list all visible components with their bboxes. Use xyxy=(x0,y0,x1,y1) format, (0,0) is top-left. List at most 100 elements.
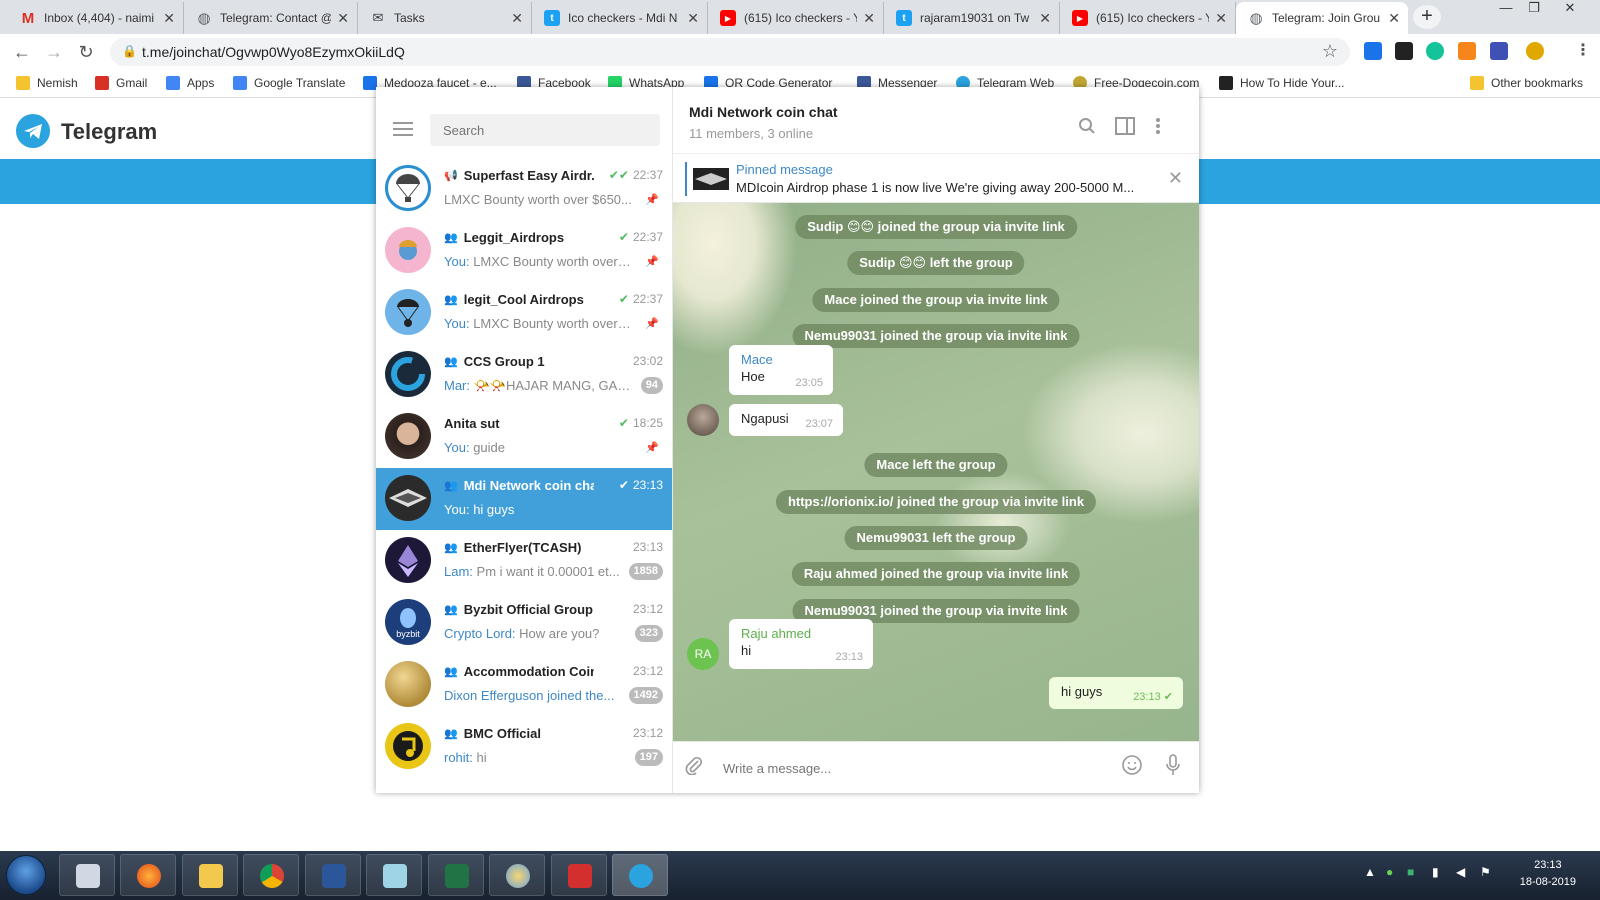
chat-item-leggit-airdrops[interactable]: 👥 Leggit_Airdrops ✔ 22:37 You: LMXC Bounty… xyxy=(376,220,672,282)
sender-name[interactable]: Raju ahmed xyxy=(741,626,861,641)
close-window-button[interactable]: ✕ xyxy=(1560,0,1580,20)
telegram-brand-text[interactable]: Telegram xyxy=(61,119,157,145)
start-button[interactable] xyxy=(6,855,46,895)
taskbar-calculator[interactable] xyxy=(59,854,115,896)
bookmark-google-translate[interactable]: Google Translate xyxy=(233,76,345,90)
search-input[interactable] xyxy=(430,114,660,146)
menu-kebab-icon[interactable]: ⋮ xyxy=(1574,42,1592,60)
avatar[interactable]: RA xyxy=(687,638,719,670)
message-bubble[interactable]: Mace Hoe 23:05 xyxy=(729,345,833,395)
chat-item-mdi-network-coin-chat[interactable]: 👥 Mdi Network coin chat ✔ 23:13 You: hi gu… xyxy=(376,468,672,530)
close-icon[interactable]: ✕ xyxy=(1215,10,1227,27)
chat-item-byzbit-official-group[interactable]: byzbit 👥 Byzbit Official Group 23:12 Cryp… xyxy=(376,592,672,654)
action-center-flag-icon[interactable]: ⚑ xyxy=(1480,865,1491,879)
message-bubble[interactable]: Raju ahmed hi 23:13 xyxy=(729,619,873,669)
menu-hamburger-icon[interactable] xyxy=(393,122,413,136)
reload-button[interactable]: ↻ xyxy=(76,42,96,62)
bookmark-how-to-hide[interactable]: How To Hide Your... xyxy=(1219,76,1345,90)
pinned-message-bar[interactable]: Pinned message MDIcoin Airdrop phase 1 i… xyxy=(673,153,1199,203)
close-icon[interactable]: ✕ xyxy=(1388,10,1400,27)
sender-name[interactable]: Mace xyxy=(741,352,821,367)
extension-icon[interactable] xyxy=(1395,42,1413,60)
tray-icon[interactable]: ■ xyxy=(1407,865,1414,879)
grammarly-icon[interactable] xyxy=(1426,42,1444,60)
paperclip-icon[interactable] xyxy=(685,755,703,781)
extension-icon[interactable] xyxy=(1364,42,1382,60)
forward-button[interactable]: → xyxy=(44,42,64,62)
bookmark-gmail[interactable]: Gmail xyxy=(95,76,147,90)
message-area[interactable]: Sudip 😊😊 joined the group via invite lin… xyxy=(673,203,1199,741)
taskbar-notes[interactable] xyxy=(366,854,422,896)
profile-avatar[interactable] xyxy=(1526,42,1544,60)
chat-item-anita-sut[interactable]: Anita sut ✔ 18:25 You: guide 📌 xyxy=(376,406,672,468)
show-hidden-icons[interactable]: ▲ xyxy=(1364,865,1376,879)
message-input[interactable] xyxy=(723,756,1083,780)
chat-item-ccs-group-1[interactable]: 👥 CCS Group 1 23:02 Mar: 📯📯HAJAR MANG, GA… xyxy=(376,344,672,406)
close-icon[interactable]: ✕ xyxy=(1039,10,1051,27)
taskbar-file-explorer[interactable] xyxy=(182,854,238,896)
group-icon: 👥 xyxy=(444,480,458,492)
message-bubble[interactable]: Ngapusi 23:07 xyxy=(729,404,843,436)
bookmark-apps[interactable]: Apps xyxy=(166,76,214,90)
tab-youtube-ico-checkers[interactable]: ▶ (615) Ico checkers - Y ✕ xyxy=(708,2,884,34)
chat-item-bmc-official[interactable]: 👥 BMC Official 23:12 rohit: hi 197 xyxy=(376,716,672,778)
taskbar-excel[interactable] xyxy=(428,854,484,896)
volume-icon[interactable]: ◀ xyxy=(1456,865,1465,879)
avatar[interactable] xyxy=(687,404,719,436)
taskbar-acrobat[interactable] xyxy=(551,854,607,896)
close-icon[interactable]: ✕ xyxy=(163,10,175,27)
chat-item-etherflyer[interactable]: 👥 EtherFlyer(TCASH) 23:13 Lam: Pm i want … xyxy=(376,530,672,592)
tab-title: Tasks xyxy=(394,11,425,25)
close-icon[interactable]: ✕ xyxy=(337,10,349,27)
url-text[interactable]: t.me/joinchat/Ogvwp0Wyo8EzymxOkiiLdQ xyxy=(142,44,405,60)
metamask-icon[interactable] xyxy=(1458,42,1476,60)
tab-twitter-ico-checkers[interactable]: t Ico checkers - Mdi N ✕ xyxy=(532,2,708,34)
chat-item-accommodation-coin[interactable]: 👥 Accommodation Coin 23:12 Dixon Effergus… xyxy=(376,654,672,716)
telegram-logo-icon[interactable] xyxy=(16,114,50,148)
chat-title[interactable]: Mdi Network coin chat xyxy=(689,104,838,120)
address-bar[interactable]: 🔒 t.me/joinchat/Ogvwp0Wyo8EzymxOkiiLdQ ☆ xyxy=(110,38,1350,66)
taskbar-firefox[interactable] xyxy=(120,854,176,896)
minimize-button[interactable]: — xyxy=(1496,0,1516,20)
bookmark-star-icon[interactable]: ☆ xyxy=(1322,41,1338,62)
tab-title: (615) Ico checkers - Y xyxy=(744,11,858,25)
tab-tasks[interactable]: ✉ Tasks ✕ xyxy=(358,2,532,34)
back-button[interactable]: ← xyxy=(12,42,32,62)
close-icon[interactable]: ✕ xyxy=(1168,168,1183,189)
network-icon[interactable]: ▮ xyxy=(1432,865,1439,879)
group-icon: 👥 xyxy=(444,542,458,554)
system-clock[interactable]: 23:13 18-08-2019 xyxy=(1520,857,1576,891)
taskbar-paint[interactable] xyxy=(489,854,545,896)
taskbar-word[interactable] xyxy=(305,854,361,896)
avatar xyxy=(385,289,431,335)
maximize-button[interactable]: ❐ xyxy=(1524,0,1544,20)
chat-item-superfast-easy-airdrops[interactable]: 📢 Superfast Easy Airdr... ✔✔ 22:37 LMXC Bo… xyxy=(376,158,672,220)
site-icon xyxy=(363,76,377,90)
sidebar-toggle-icon[interactable] xyxy=(1115,117,1135,140)
close-icon[interactable]: ✕ xyxy=(511,10,523,27)
emoji-icon[interactable] xyxy=(1121,754,1143,782)
bookmark-nemish[interactable]: Nemish xyxy=(16,76,78,90)
bookmark-other-bookmarks[interactable]: Other bookmarks xyxy=(1470,76,1583,90)
message-bubble-outgoing[interactable]: hi guys 23:13 ✔ xyxy=(1049,677,1183,709)
close-icon[interactable]: ✕ xyxy=(863,10,875,27)
extension-icon[interactable] xyxy=(1490,42,1508,60)
unread-badge: 323 xyxy=(634,625,663,642)
close-icon[interactable]: ✕ xyxy=(687,10,699,27)
twitter-icon: t xyxy=(544,10,560,26)
new-tab-button[interactable]: + xyxy=(1413,5,1441,29)
tab-youtube-ico-checkers-2[interactable]: ▶ (615) Ico checkers - Y ✕ xyxy=(1060,2,1236,34)
taskbar-chrome[interactable] xyxy=(243,854,299,896)
taskbar-telegram[interactable] xyxy=(612,854,668,896)
tab-telegram-join-group[interactable]: ◍ Telegram: Join Grou ✕ xyxy=(1236,2,1408,34)
microphone-icon[interactable] xyxy=(1165,754,1181,782)
search-icon[interactable] xyxy=(1078,117,1096,140)
service-message: Nemu99031 left the group xyxy=(844,526,1028,550)
tab-twitter-rajaram[interactable]: t rajaram19031 on Tw ✕ xyxy=(884,2,1060,34)
chat-item-legit-cool-airdrops[interactable]: 👥 legit_Cool Airdrops ✔ 22:37 You: LMXC Bo… xyxy=(376,282,672,344)
more-options-icon[interactable] xyxy=(1155,117,1161,140)
telegram-icon xyxy=(629,864,653,888)
tab-telegram-contact[interactable]: ◍ Telegram: Contact @ ✕ xyxy=(184,2,358,34)
tab-gmail[interactable]: M Inbox (4,404) - naimi ✕ xyxy=(8,2,184,34)
tray-icon[interactable]: ● xyxy=(1386,865,1393,879)
